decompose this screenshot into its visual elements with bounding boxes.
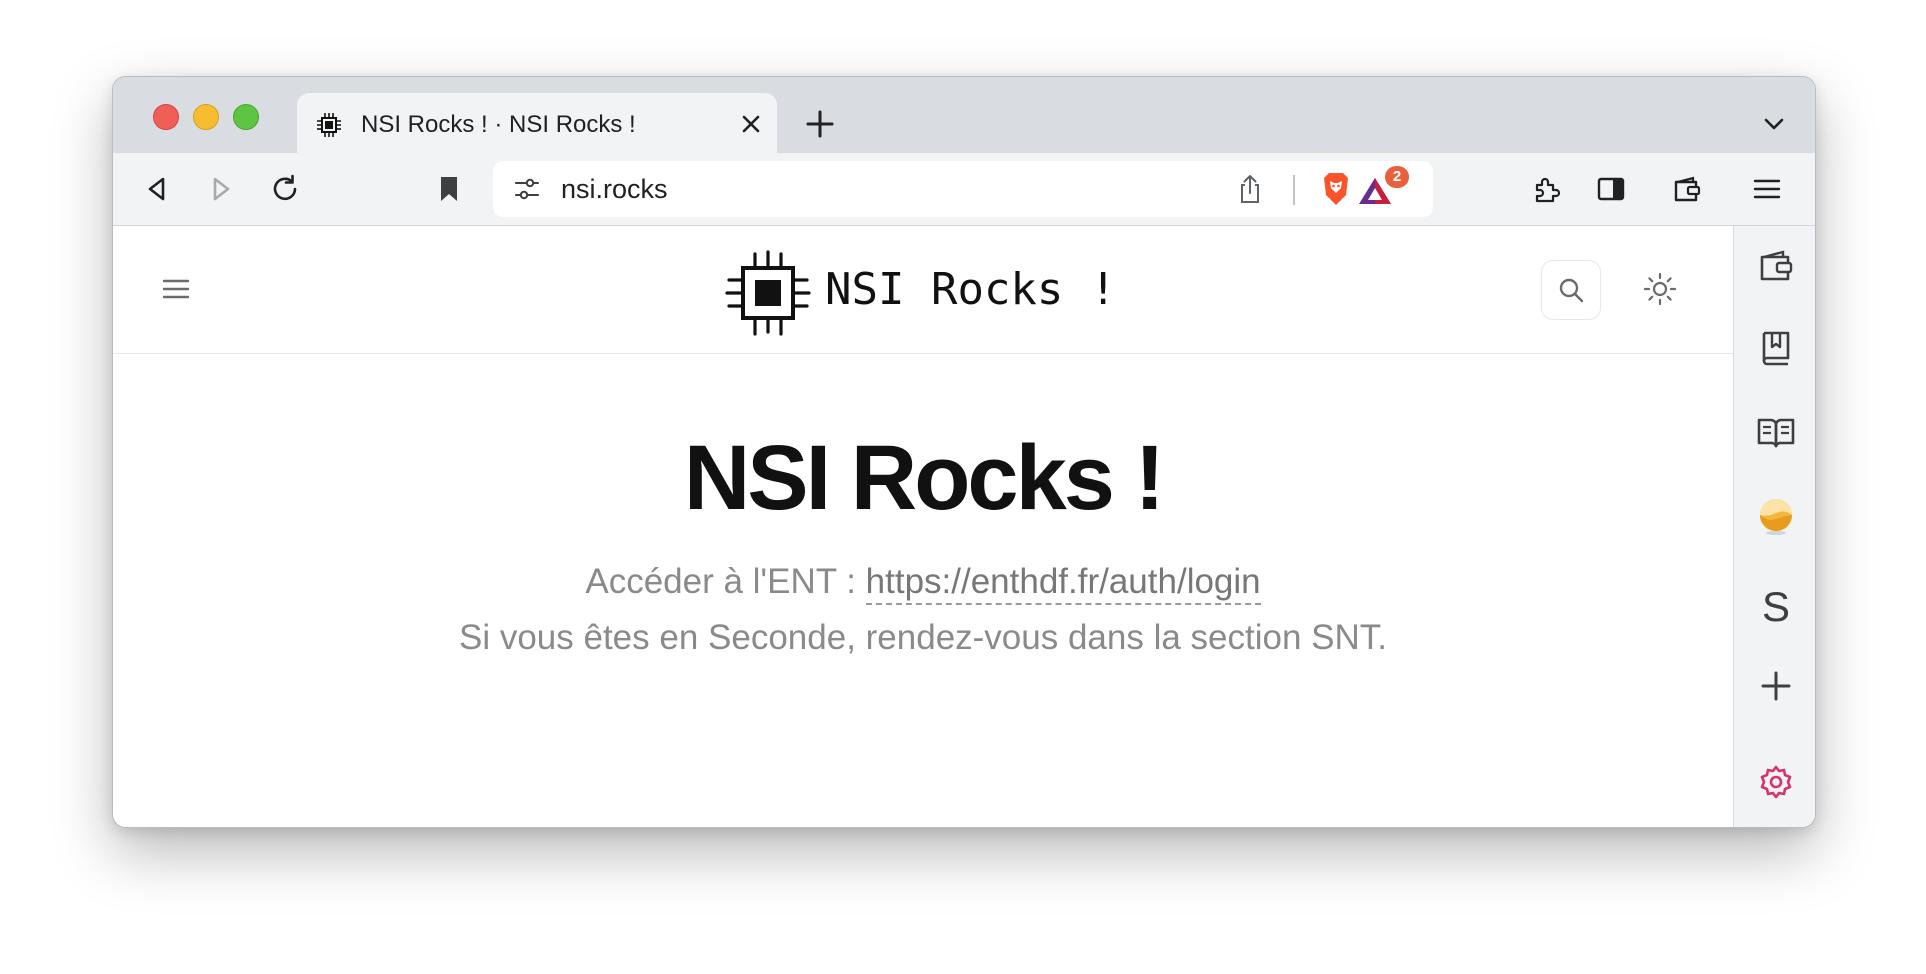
- chip-icon: [317, 113, 341, 137]
- url-text[interactable]: nsi.rocks: [561, 174, 668, 205]
- search-icon: [1559, 278, 1584, 303]
- menu-icon[interactable]: [1751, 173, 1783, 205]
- hero-subtitle: Si vous êtes en Seconde, rendez-vous dan…: [458, 618, 1388, 657]
- hamburger-icon[interactable]: [161, 274, 191, 304]
- close-window-button[interactable]: [153, 104, 179, 130]
- reading-list-icon[interactable]: [1756, 412, 1796, 452]
- address-bar[interactable]: nsi.rocks 2: [493, 161, 1433, 217]
- minimize-window-button[interactable]: [193, 104, 219, 130]
- hero-title: NSI Rocks !: [683, 427, 1165, 529]
- web-page: NSI Rocks ! NSI Rocks ! Accéder à l'ENT …: [113, 226, 1733, 827]
- extensions-icon[interactable]: [1531, 173, 1563, 205]
- toolbar: nsi.rocks 2: [113, 153, 1815, 226]
- search-button[interactable]: [1541, 260, 1601, 320]
- new-tab-icon[interactable]: [803, 107, 837, 141]
- forward-icon[interactable]: [205, 173, 237, 205]
- add-icon[interactable]: [1756, 666, 1796, 706]
- tab-title: NSI Rocks ! · NSI Rocks !: [361, 111, 636, 138]
- chevron-down-icon[interactable]: [1761, 111, 1787, 137]
- leo-ai-icon[interactable]: [1756, 496, 1796, 536]
- settings-icon[interactable]: [1756, 762, 1796, 802]
- ent-link[interactable]: https://enthdf.fr/auth/login: [865, 562, 1261, 605]
- tab-active[interactable]: NSI Rocks ! · NSI Rocks !: [297, 93, 777, 155]
- ent-line: Accéder à l'ENT : https://enthdf.fr/auth…: [113, 562, 1733, 605]
- site-header: NSI Rocks !: [113, 226, 1733, 354]
- address-bar-divider: [1293, 175, 1295, 205]
- zoom-window-button[interactable]: [233, 104, 259, 130]
- ent-prefix: Accéder à l'ENT :: [585, 562, 866, 601]
- sidebar-item-s[interactable]: S: [1756, 583, 1796, 631]
- browser-sidebar: S: [1733, 226, 1815, 827]
- browser-window: NSI Rocks ! · NSI Rocks ! nsi.rocks 2 NS…: [112, 76, 1816, 828]
- rewards-badge: 2: [1385, 166, 1409, 188]
- chip-logo-icon[interactable]: [725, 250, 811, 336]
- bookmark-icon[interactable]: [433, 173, 465, 205]
- brave-shields-icon[interactable]: [1319, 171, 1353, 207]
- tab-strip: NSI Rocks ! · NSI Rocks !: [113, 77, 1815, 155]
- back-icon[interactable]: [141, 173, 173, 205]
- reload-icon[interactable]: [269, 173, 301, 205]
- sun-icon[interactable]: [1643, 272, 1677, 306]
- site-title[interactable]: NSI Rocks !: [825, 264, 1116, 315]
- sidebar-toggle-icon[interactable]: [1595, 173, 1627, 205]
- site-settings-icon[interactable]: [513, 175, 541, 203]
- wallet-icon[interactable]: [1671, 173, 1703, 205]
- close-tab-icon[interactable]: [737, 110, 765, 138]
- wallet-icon[interactable]: [1756, 246, 1796, 286]
- share-icon[interactable]: [1235, 173, 1265, 205]
- bookmarks-icon[interactable]: [1756, 328, 1796, 368]
